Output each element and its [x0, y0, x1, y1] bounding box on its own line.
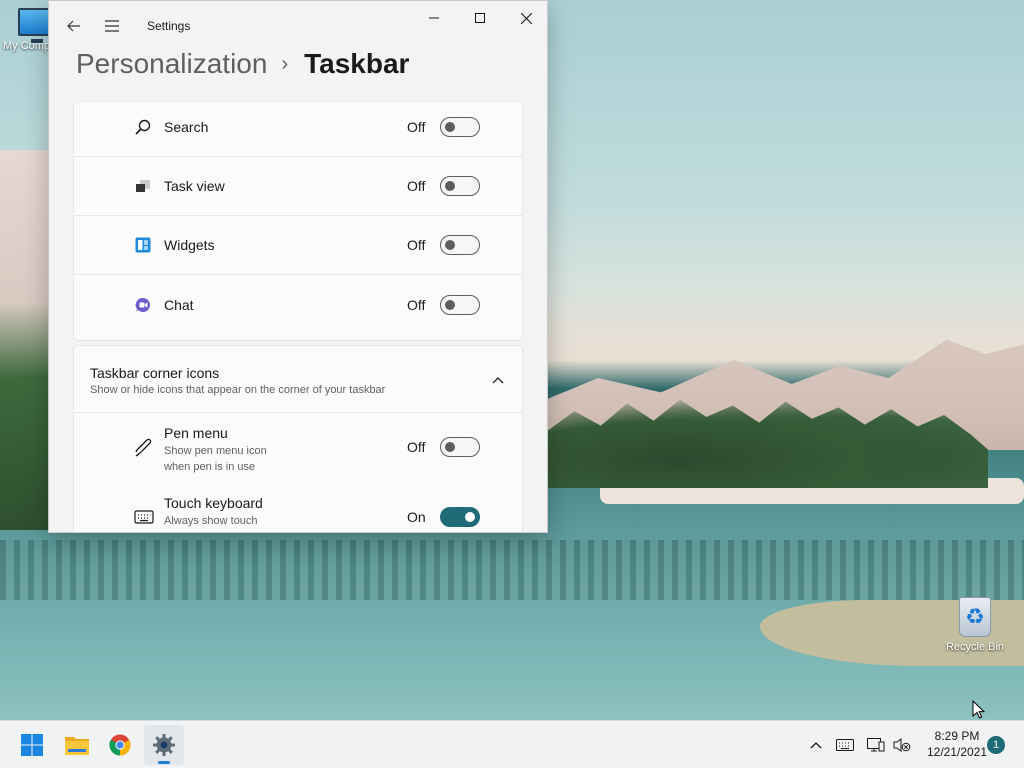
touch-keyboard-tray-button[interactable] [833, 733, 857, 757]
breadcrumb-chevron-icon: › [281, 52, 289, 75]
chat-icon [134, 296, 152, 314]
back-button[interactable] [59, 11, 89, 41]
file-explorer-icon [65, 737, 89, 755]
wallpaper-reflection [0, 540, 1024, 600]
desktop-icon-label: Recycle Bin [945, 641, 1005, 653]
task-view-icon [134, 177, 152, 195]
maximize-icon [475, 13, 485, 23]
setting-label: Touch keyboard [164, 495, 263, 511]
pen-icon [135, 438, 152, 457]
minimize-button[interactable] [411, 1, 457, 35]
breadcrumb-parent-link[interactable]: Personalization [76, 48, 267, 80]
collapse-button[interactable] [486, 368, 510, 392]
settings-window: Settings Personalization › Taskbar Searc… [48, 0, 548, 533]
show-hidden-icons-button[interactable] [804, 733, 828, 757]
hamburger-icon [105, 20, 119, 32]
close-button[interactable] [503, 1, 547, 35]
toggle-state-text: Off [407, 119, 426, 135]
search-icon [134, 118, 152, 136]
mouse-cursor-icon [972, 700, 986, 719]
close-icon [520, 12, 532, 24]
taskbar-app-file-explorer[interactable] [57, 725, 97, 765]
toggle-state-text: Off [407, 296, 426, 313]
clock-time: 8:29 PM [934, 729, 980, 743]
settings-icon [153, 734, 175, 756]
toggle-state-text: Off [407, 178, 426, 194]
setting-description: Show pen menu icon when pen is in use [164, 445, 267, 473]
setting-label: Pen menu [164, 425, 228, 441]
active-app-indicator [158, 761, 170, 764]
taskbar-corner-icons-card: Taskbar corner icons Show or hide icons … [73, 345, 523, 532]
clock-button[interactable]: 8:29 PM 12/21/2021 [918, 728, 996, 760]
widgets-icon [134, 236, 152, 254]
taskbar-app-chrome[interactable] [100, 725, 140, 765]
touch-keyboard-toggle[interactable] [440, 507, 480, 527]
section-subtitle: Show or hide icons that appear on the co… [90, 384, 386, 396]
breadcrumb: Personalization › Taskbar [76, 48, 409, 80]
keyboard-icon [134, 510, 154, 524]
minimize-icon [429, 17, 439, 19]
widgets-toggle[interactable] [440, 235, 480, 255]
notification-badge[interactable]: 1 [987, 736, 1005, 754]
chat-toggle[interactable] [440, 294, 480, 315]
search-toggle[interactable] [440, 117, 480, 137]
setting-row-widgets: Widgets Off [74, 216, 522, 275]
setting-label: Chat [164, 296, 194, 313]
app-title: Settings [147, 19, 191, 33]
section-title: Taskbar corner icons [90, 365, 220, 381]
keyboard-icon [836, 739, 854, 751]
start-button[interactable] [12, 725, 52, 765]
chevron-up-icon [810, 742, 822, 749]
setting-label: Task view [164, 178, 225, 194]
navigation-menu-button[interactable] [97, 11, 127, 41]
desktop-icon-recycle-bin[interactable]: ♻ Recycle Bin [935, 597, 1015, 653]
taskbar-app-settings[interactable] [144, 725, 184, 765]
setting-row-pen-menu: Pen menu Show pen menu icon when pen is … [74, 413, 522, 483]
network-tray-button[interactable] [864, 733, 888, 757]
chrome-icon [109, 734, 131, 756]
toggle-state-text: Off [407, 237, 426, 253]
corner-icons-expander-header[interactable]: Taskbar corner icons Show or hide icons … [74, 346, 522, 413]
clock-date: 12/21/2021 [926, 745, 988, 759]
chevron-up-icon [492, 377, 504, 384]
setting-row-chat: Chat Off [74, 275, 522, 334]
setting-row-task-view: Task view Off [74, 157, 522, 216]
setting-row-touch-keyboard: Touch keyboard Always show touch keyboar… [74, 483, 522, 532]
maximize-button[interactable] [457, 1, 503, 35]
title-bar[interactable]: Settings [49, 1, 547, 47]
back-arrow-icon [67, 20, 80, 32]
setting-description: Always show touch keyboard icon [164, 515, 258, 532]
taskbar: 8:29 PM 12/21/2021 1 [0, 720, 1024, 768]
setting-row-search: Search Off [74, 103, 522, 157]
settings-content-scroll[interactable]: Search Off Task view Off Widgets Off Cha… [73, 103, 525, 532]
network-icon [867, 738, 885, 752]
volume-muted-icon [893, 738, 911, 752]
volume-tray-button[interactable] [890, 733, 914, 757]
setting-label: Search [164, 119, 209, 135]
page-title: Taskbar [304, 48, 410, 79]
toggle-state-text: On [407, 509, 426, 525]
pen-menu-toggle[interactable] [440, 437, 480, 457]
toggle-state-text: Off [407, 439, 426, 455]
taskbar-items-card: Search Off Task view Off Widgets Off Cha… [73, 103, 523, 341]
setting-label: Widgets [164, 237, 215, 253]
start-icon [21, 734, 43, 756]
recycle-bin-icon: ♻ [959, 597, 991, 637]
task-view-toggle[interactable] [440, 176, 480, 196]
